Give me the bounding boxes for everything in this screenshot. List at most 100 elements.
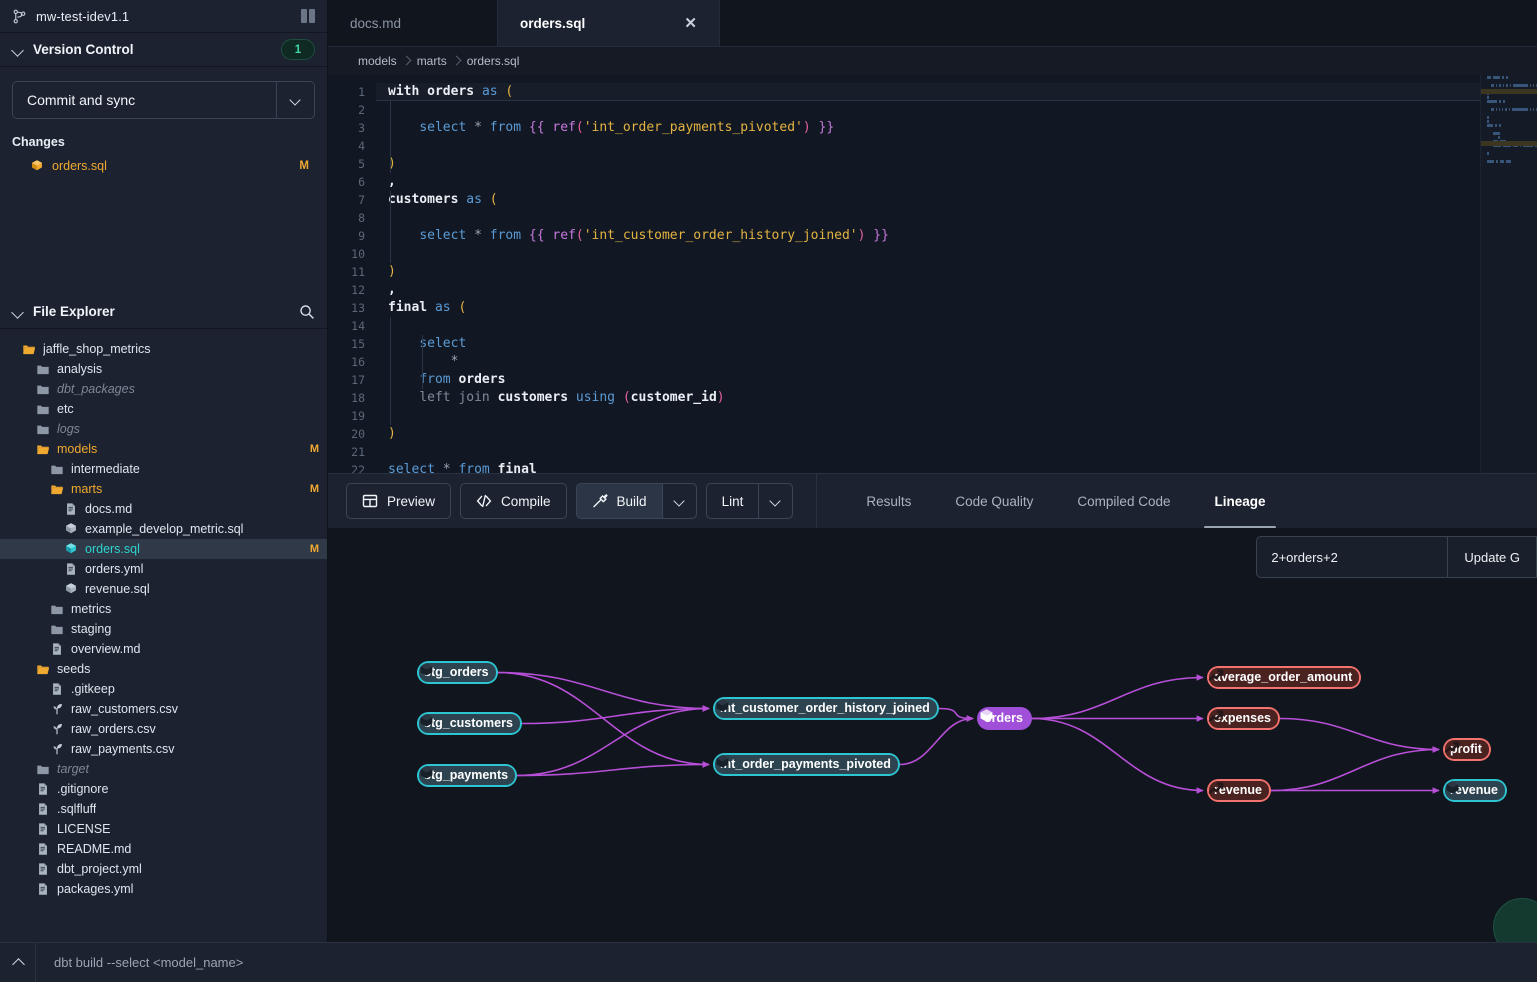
tree-item-etc[interactable]: etc <box>0 399 327 419</box>
tree-item-analysis[interactable]: analysis <box>0 359 327 379</box>
code-line: left join customers using (customer_id) <box>376 389 1537 407</box>
tree-item-label: metrics <box>71 602 111 616</box>
lineage-node-stg-payments[interactable]: stg_payments <box>417 764 517 787</box>
file-explorer-header[interactable]: File Explorer <box>0 295 327 329</box>
tree-item-label: intermediate <box>71 462 140 476</box>
code-line: select <box>376 335 1537 353</box>
breadcrumb: models marts orders.sql <box>328 47 1537 75</box>
tree-item-logs[interactable]: logs <box>0 419 327 439</box>
tree-item-raw-payments-csv[interactable]: raw_payments.csv <box>0 739 327 759</box>
editor-tab-docs-md[interactable]: docs.md <box>328 0 498 46</box>
lineage-node-average-order-amount[interactable]: average_order_amount <box>1207 666 1361 689</box>
tree-item-revenue-sql[interactable]: revenue.sql <box>0 579 327 599</box>
tree-item--sqlfluff[interactable]: .sqlfluff <box>0 799 327 819</box>
lineage-node-revenue-model[interactable]: revenue <box>1443 779 1507 802</box>
lineage-node-int-order-payments-pivoted[interactable]: int_order_payments_pivoted <box>713 753 900 776</box>
tree-item-marts[interactable]: martsM <box>0 479 327 499</box>
tree-item--gitignore[interactable]: .gitignore <box>0 779 327 799</box>
lineage-node-expenses[interactable]: expenses <box>1207 707 1280 730</box>
lineage-node-int-customer-order-history-joined[interactable]: int_customer_order_history_joined <box>713 697 939 720</box>
tree-item-raw-customers-csv[interactable]: raw_customers.csv <box>0 699 327 719</box>
main-content: docs.mdorders.sql✕ modelsmartsorders.sql… <box>328 0 1537 942</box>
tree-item-models[interactable]: modelsM <box>0 439 327 459</box>
tree-item-orders-sql[interactable]: orders.sqlM <box>0 539 327 559</box>
tree-item-packages-yml[interactable]: packages.yml <box>0 879 327 899</box>
tab-code-quality[interactable]: Code Quality <box>933 474 1055 529</box>
minimap-line <box>1481 116 1537 119</box>
tree-item-seeds[interactable]: seeds <box>0 659 327 679</box>
lineage-graph[interactable]: stg_orders stg_customers stg_payments int_c… <box>328 528 1537 942</box>
tree-item-staging[interactable]: staging <box>0 619 327 639</box>
code-content[interactable]: with orders as ( select * from {{ ref('i… <box>376 75 1537 473</box>
editor-tab-orders-sql[interactable]: orders.sql✕ <box>498 0 720 46</box>
changes-list: orders.sqlM <box>12 155 315 177</box>
search-icon[interactable] <box>299 304 315 320</box>
tab-results[interactable]: Results <box>844 474 933 529</box>
build-button[interactable]: Build <box>576 483 663 519</box>
code-line: , <box>376 173 1537 191</box>
cube-icon <box>64 522 78 536</box>
line-number: 1 <box>328 83 376 101</box>
tree-item-jaffle-shop-metrics[interactable]: jaffle_shop_metrics <box>0 339 327 359</box>
cube-icon <box>713 753 732 772</box>
line-number: 11 <box>328 263 376 281</box>
tab-compiled-code[interactable]: Compiled Code <box>1055 474 1192 529</box>
breadcrumb-segment[interactable]: models <box>358 54 397 68</box>
minimap-line <box>1481 80 1537 83</box>
lint-dropdown[interactable] <box>759 483 793 519</box>
version-control-header[interactable]: Version Control 1 <box>0 33 327 67</box>
tree-item-orders-yml[interactable]: orders.yml <box>0 559 327 579</box>
minimap-line <box>1481 160 1537 163</box>
code-editor[interactable]: 12345678910111213141516171819202122 with… <box>328 75 1537 473</box>
tree-item-label: marts <box>71 482 102 496</box>
tree-item-label: staging <box>71 622 111 636</box>
line-number: 12 <box>328 281 376 299</box>
lineage-node-profit[interactable]: profit <box>1443 738 1491 761</box>
lint-button[interactable]: Lint <box>706 483 760 519</box>
tree-item--gitkeep[interactable]: .gitkeep <box>0 679 327 699</box>
file-icon <box>36 842 50 856</box>
panel-toggle-icon[interactable] <box>301 9 315 23</box>
trend-up-icon <box>1207 779 1226 798</box>
change-file-name: orders.sql <box>52 159 107 173</box>
commit-options-dropdown[interactable] <box>276 82 314 118</box>
tree-item-intermediate[interactable]: intermediate <box>0 459 327 479</box>
lineage-edge <box>1271 750 1439 791</box>
lineage-node-stg-orders[interactable]: stg_orders <box>417 661 498 684</box>
tree-item-readme-md[interactable]: README.md <box>0 839 327 859</box>
minimap-line <box>1481 120 1537 123</box>
tree-item-target[interactable]: target <box>0 759 327 779</box>
lineage-node-stg-customers[interactable]: stg_customers <box>417 712 522 735</box>
minimap-line <box>1481 84 1537 87</box>
chevron-down-icon <box>12 43 25 56</box>
folder-open-icon <box>50 482 64 496</box>
lineage-panel[interactable]: Update G stg_ordersstg_customersstg_paym… <box>328 528 1537 942</box>
cube-icon <box>417 764 436 783</box>
tree-item-label: overview.md <box>71 642 140 656</box>
tree-item-license[interactable]: LICENSE <box>0 819 327 839</box>
tree-item-metrics[interactable]: metrics <box>0 599 327 619</box>
preview-button[interactable]: Preview <box>346 483 451 519</box>
breadcrumb-segment[interactable]: marts <box>417 54 447 68</box>
code-minimap[interactable] <box>1480 75 1537 473</box>
tree-item-label: seeds <box>57 662 90 676</box>
folder-icon <box>50 602 64 616</box>
lineage-node-orders[interactable]: orders <box>977 707 1032 730</box>
build-dropdown[interactable] <box>663 483 697 519</box>
close-icon[interactable]: ✕ <box>684 16 697 31</box>
tree-item-example-develop-metric-sql[interactable]: example_develop_metric.sql <box>0 519 327 539</box>
tree-item-docs-md[interactable]: docs.md <box>0 499 327 519</box>
tree-item-dbt-packages[interactable]: dbt_packages <box>0 379 327 399</box>
tree-item-dbt-project-yml[interactable]: dbt_project.yml <box>0 859 327 879</box>
tree-item-raw-orders-csv[interactable]: raw_orders.csv <box>0 719 327 739</box>
tree-item-label: dbt_packages <box>57 382 135 396</box>
change-list-item[interactable]: orders.sqlM <box>12 155 315 177</box>
breadcrumb-segment[interactable]: orders.sql <box>467 54 520 68</box>
lineage-node-revenue-metric[interactable]: revenue <box>1207 779 1271 802</box>
commit-and-sync-button[interactable]: Commit and sync <box>13 82 276 118</box>
folder-open-icon <box>36 442 50 456</box>
expand-console-button[interactable] <box>0 943 36 982</box>
tree-item-overview-md[interactable]: overview.md <box>0 639 327 659</box>
compile-button[interactable]: Compile <box>460 483 567 519</box>
tab-lineage[interactable]: Lineage <box>1192 474 1287 529</box>
